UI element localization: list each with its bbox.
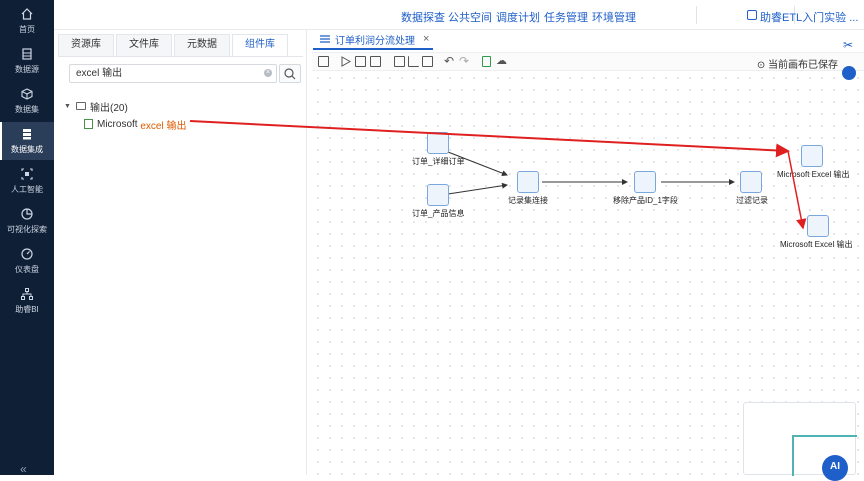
edge-product-to-join [447,182,508,195]
org-icon [21,288,33,300]
menu-task-manage[interactable]: 任务管理 [544,9,588,25]
tab-resource-library[interactable]: 资源库 [58,34,114,56]
panel-tabs: 资源库 文件库 元数据 组件库 [58,34,290,56]
tree-item-excel-output[interactable]: Microsoft excel 输出 [64,115,299,133]
menu-env-manage[interactable]: 环境管理 [592,9,636,25]
tree-item-highlight: excel 输出 [140,120,187,132]
save-status: ⊙ 当前画布已保存 [757,56,838,71]
lock-icon[interactable] [482,56,491,67]
save-icon[interactable] [318,56,329,67]
node-label: 订单_产品信息 [412,209,465,218]
ai-icon [21,168,33,180]
tab-metadata[interactable]: 元数据 [174,34,230,56]
nav-item-dataset[interactable]: 数据集 [0,82,54,120]
search-input[interactable]: excel 输出 [69,64,277,83]
node-order-detail[interactable] [427,132,449,154]
grid-icon[interactable] [394,56,405,67]
divider [58,56,303,57]
node-excel-output-2[interactable] [807,215,829,237]
editor-toolbar: ↶ ↷ ☁ ⊙ 当前画布已保存 [312,52,864,71]
nav-item-explore[interactable]: 可视化探索 [0,202,54,240]
nav-label-datasource: 数据源 [15,65,39,74]
home-icon [21,8,33,20]
nav-label-dataset: 数据集 [15,105,39,114]
chart-icon [21,208,33,220]
check-icon: ⊙ [756,60,766,71]
tab-file-library[interactable]: 文件库 [116,34,172,56]
node-remove-field[interactable] [634,171,656,193]
node-label: 订单_详细订单 [412,157,465,166]
flow-icon [320,35,330,43]
guide-icon [747,10,757,20]
node-label: 过滤记录 [736,196,768,205]
assistant-icon[interactable] [842,66,856,80]
align-icon[interactable] [408,56,419,67]
folder-icon [76,102,86,110]
close-icon[interactable]: × [423,33,429,45]
menu-data-explore[interactable]: 数据探查 [401,9,445,25]
node-record-join[interactable] [517,171,539,193]
nav-item-bi[interactable]: 助睿BI [0,282,54,320]
component-search: excel 输出 × [69,64,301,83]
nav-item-home[interactable]: 首页 [0,2,54,40]
component-tree: ▼ 输出(20) Microsoft excel 输出 [64,97,299,133]
node-label: 移除产品ID_1字段 [613,196,678,205]
nav-label-integration: 数据集成 [11,145,43,154]
tree-folder-output[interactable]: ▼ 输出(20) [64,97,299,115]
cube-icon [21,88,33,100]
clear-icon[interactable]: × [264,69,272,77]
ai-assistant-button[interactable]: AI [822,455,848,481]
nav-label-ai: 人工智能 [11,185,43,194]
nav-label-home: 首页 [19,25,35,34]
node-order-product[interactable] [427,184,449,206]
stack-icon [23,129,31,140]
collapse-nav-icon[interactable]: « [20,462,27,476]
undo-icon[interactable]: ↶ [444,54,454,68]
editor-tab[interactable]: 订单利润分流处理 × [313,30,433,50]
caret-down-icon[interactable]: ▼ [64,103,76,110]
top-bar: 数据探查 公共空间 调度计划 任务管理 环境管理 助睿ETL入门实验 ... [54,0,864,30]
tab-component-library[interactable]: 组件库 [232,34,288,56]
node-excel-output-1[interactable] [801,145,823,167]
nav-label-dashboard: 仪表盘 [15,265,39,274]
guide-link[interactable]: 助睿ETL入门实验 ... [760,9,858,25]
tree-item-prefix: Microsoft [97,118,141,130]
preview-icon[interactable] [370,56,381,67]
gauge-icon [21,248,33,260]
nav-item-ai[interactable]: 人工智能 [0,162,54,200]
left-navigation: 首页 数据源 数据集 数据集成 人工智能 可视化探索 仪表盘 助睿BI « [0,0,54,476]
tree-folder-label: 输出(20) [90,102,128,114]
table-icon[interactable] [422,56,433,67]
upload-icon[interactable]: ☁ [496,54,507,67]
node-label: 记录集连接 [508,196,548,205]
redo-icon[interactable]: ↷ [459,54,469,68]
search-button[interactable] [279,64,301,83]
run-icon[interactable] [340,56,351,67]
menu-public-space[interactable]: 公共空间 [448,9,492,25]
divider [696,6,697,24]
node-label: Microsoft Excel 输出 [777,170,850,179]
editor-tab-title: 订单利润分流处理 [335,35,415,47]
save-status-text: 当前画布已保存 [768,60,838,71]
stop-icon[interactable] [355,56,366,67]
nav-label-bi: 助睿BI [15,305,39,314]
search-icon [284,68,296,80]
menu-schedule[interactable]: 调度计划 [496,9,540,25]
nav-item-dashboard[interactable]: 仪表盘 [0,242,54,280]
node-filter[interactable] [740,171,762,193]
nav-item-datasource[interactable]: 数据源 [0,42,54,80]
excel-file-icon [84,119,93,129]
node-label: Microsoft Excel 输出 [780,240,853,249]
nav-label-explore: 可视化探索 [7,225,47,234]
nav-item-integration[interactable]: 数据集成 [0,122,54,160]
component-panel: 资源库 文件库 元数据 组件库 excel 输出 × ▼ 输出(20) Micr… [54,30,307,475]
database-icon [22,48,32,60]
scissors-icon[interactable]: ✂ [843,38,853,52]
